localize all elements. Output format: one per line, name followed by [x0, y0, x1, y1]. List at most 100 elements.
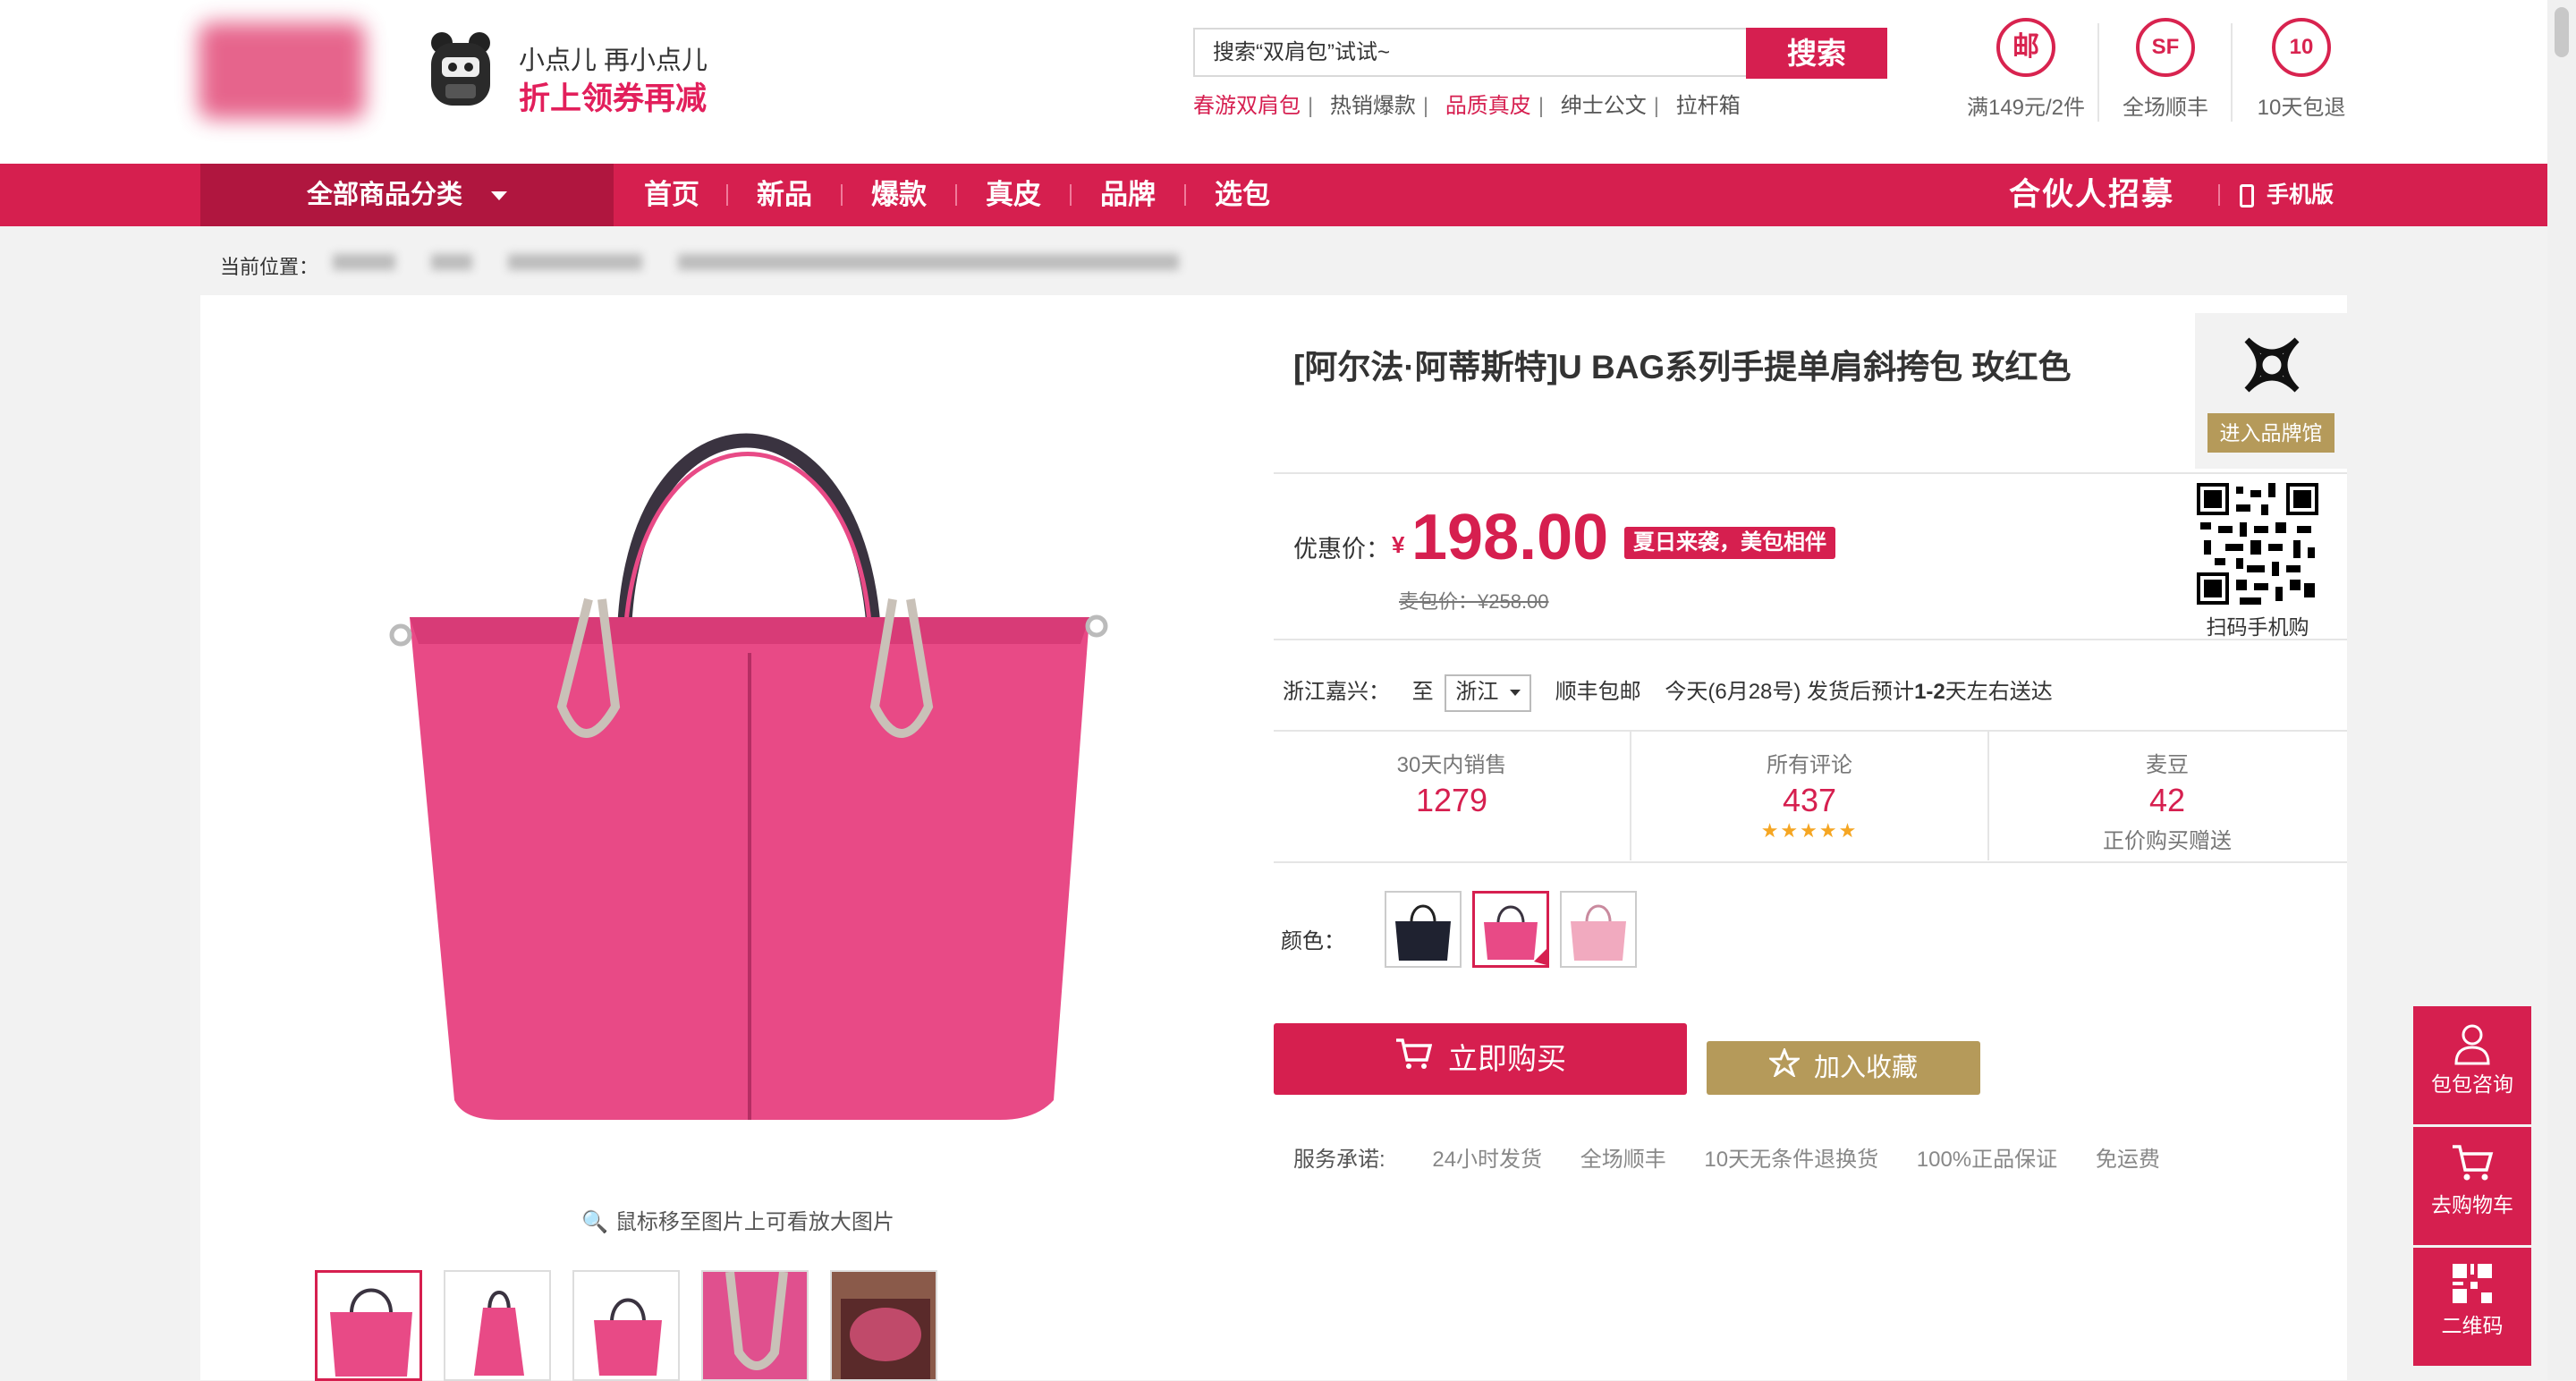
- promo-backpack-icon: [422, 30, 499, 113]
- service-label: 全场顺丰: [2123, 96, 2208, 120]
- stat-beans: 麦豆 42 正价购买赠送: [1989, 747, 2345, 854]
- all-categories-dropdown[interactable]: 全部商品分类: [200, 164, 614, 226]
- hotword-link[interactable]: 品质真皮: [1445, 94, 1531, 118]
- thumbnail-image[interactable]: [572, 1270, 680, 1381]
- side-cart-button[interactable]: 去购物车: [2413, 1127, 2531, 1245]
- side-label: 二维码: [2441, 1314, 2504, 1337]
- ship-eta: 今天(6月28号) 发货后预计: [1665, 680, 1915, 704]
- mobile-qr-code: [2197, 483, 2318, 605]
- promise-item: 免运费: [2095, 1148, 2160, 1172]
- destination-value: 浙江: [1455, 679, 1499, 704]
- side-qrcode-button[interactable]: 二维码: [2413, 1248, 2531, 1366]
- caret-down-icon: [491, 191, 508, 201]
- service-promises: 服务承诺: 24小时发货 全场顺丰 10天无条件退换货 100%正品保证 免运费: [1293, 1141, 2192, 1173]
- hot-search-words: 春游双肩包 | 热销爆款 | 品质真皮 | 绅士公文 | 拉杆箱: [1193, 94, 1741, 118]
- page-scrollbar[interactable]: [2547, 0, 2576, 1380]
- search-input[interactable]: 搜索“双肩包”试试~: [1193, 28, 1746, 77]
- price-value: 198.00: [1411, 502, 1609, 573]
- side-label: 去购物车: [2431, 1193, 2513, 1216]
- mobile-label: 手机版: [2267, 182, 2334, 208]
- nav-item-home[interactable]: 首页: [644, 164, 699, 226]
- add-favorite-button[interactable]: 加入收藏: [1707, 1041, 1980, 1095]
- side-label: 包包咨询: [2431, 1072, 2513, 1096]
- thumbnail-image[interactable]: [444, 1270, 551, 1381]
- all-categories-label: 全部商品分类: [306, 181, 462, 209]
- ship-eta-days: 1-2: [1914, 680, 1945, 704]
- site-logo[interactable]: [199, 22, 365, 119]
- buy-now-label: 立即购买: [1448, 1042, 1566, 1075]
- stat-value: 437: [1782, 782, 1837, 818]
- sf-express-icon: SF: [2136, 18, 2195, 77]
- search-button[interactable]: 搜索: [1746, 28, 1887, 79]
- buy-now-button[interactable]: 立即购买: [1274, 1023, 1687, 1095]
- phone-icon: [2240, 184, 2254, 208]
- scrollbar-thumb[interactable]: [2555, 7, 2569, 57]
- color-swatch-rose[interactable]: [1472, 891, 1549, 968]
- qr-label: 扫码手机购: [2206, 615, 2309, 639]
- shipping-info: 浙江嘉兴： 至 浙江 顺丰包邮 今天(6月28号) 发货后预计1-2天左右送达: [1283, 674, 2053, 712]
- promise-item: 100%正品保证: [1916, 1148, 2058, 1172]
- enter-brand-button[interactable]: 进入品牌馆: [2207, 413, 2334, 453]
- partner-recruit-link[interactable]: 合伙人招募: [2009, 164, 2174, 226]
- caret-down-icon: [1510, 689, 1521, 696]
- price-currency: ¥: [1392, 531, 1405, 558]
- hotword-link[interactable]: 春游双肩包: [1193, 94, 1301, 118]
- nav-item-choose[interactable]: 选包: [1215, 164, 1270, 226]
- product-title: [阿尔法·阿蒂斯特]U BAG系列手提单肩斜挎包 玫红色: [1293, 349, 2072, 385]
- breadcrumb[interactable]: [333, 252, 1227, 272]
- ship-from: 浙江嘉兴：: [1283, 680, 1390, 704]
- stat-value: 1279: [1415, 782, 1488, 818]
- promise-item: 24小时发货: [1432, 1148, 1543, 1172]
- mail-icon: 邮: [1996, 18, 2055, 77]
- nav-item-leather[interactable]: 真皮: [986, 164, 1041, 226]
- promise-label: 服务承诺:: [1293, 1148, 1385, 1172]
- stat-label: 所有评论: [1767, 753, 1852, 777]
- cart-icon: [1394, 1025, 1433, 1097]
- magnifier-icon: 🔍: [581, 1210, 608, 1234]
- service-sf-express: SF 全场顺丰: [2098, 18, 2233, 121]
- nav-item-brand[interactable]: 品牌: [1100, 164, 1156, 226]
- nav-item-hot[interactable]: 爆款: [871, 164, 927, 226]
- product-main-image[interactable]: [374, 367, 1125, 1136]
- color-swatch-black[interactable]: [1385, 891, 1462, 968]
- ship-eta-suffix: 天左右送达: [1945, 680, 2053, 704]
- ship-to-label: 至: [1411, 680, 1434, 704]
- star-outline-icon: [1767, 1042, 1802, 1096]
- cart-icon: [2413, 1127, 2531, 1188]
- add-favorite-label: 加入收藏: [1813, 1054, 1918, 1082]
- stat-label: 麦豆: [2146, 753, 2189, 777]
- hotword-link[interactable]: 绅士公文: [1561, 94, 1647, 118]
- zoom-hint-text: 鼠标移至图片上可看放大图片: [614, 1210, 894, 1234]
- hotword-link[interactable]: 拉杆箱: [1676, 94, 1741, 118]
- destination-select[interactable]: 浙江: [1445, 674, 1532, 712]
- service-free-shipping: 邮 满149元/2件: [1959, 18, 2093, 121]
- ship-method: 顺丰包邮: [1555, 680, 1641, 704]
- promise-item: 10天无条件退换货: [1704, 1148, 1879, 1172]
- brand-logo-icon: [2244, 337, 2300, 393]
- user-support-icon: [2413, 1006, 2531, 1067]
- thumbnail-image[interactable]: [315, 1270, 422, 1381]
- side-consult-button[interactable]: 包包咨询: [2413, 1006, 2531, 1124]
- nav-item-new[interactable]: 新品: [757, 164, 812, 226]
- promise-item: 全场顺丰: [1580, 1148, 1666, 1172]
- breadcrumb-label: 当前位置：: [220, 256, 319, 278]
- service-label: 满149元/2件: [1966, 96, 2086, 120]
- color-swatch-pink[interactable]: [1560, 891, 1637, 968]
- stat-label: 30天内销售: [1396, 753, 1507, 777]
- site-header: 小点儿 再小点儿 折上领券再减 搜索“双肩包”试试~ 搜索 春游双肩包 | 热销爆…: [0, 0, 2547, 164]
- stat-sub: 正价购买赠送: [2103, 829, 2232, 853]
- price-label: 优惠价：: [1293, 536, 1390, 563]
- original-price: 麦包价：¥258.00: [1399, 590, 1549, 613]
- thumbnail-image[interactable]: [830, 1270, 937, 1381]
- mobile-version-link[interactable]: 手机版: [2240, 164, 2334, 226]
- hotword-link[interactable]: 热销爆款: [1330, 94, 1416, 118]
- promo-badge: 夏日来袭，美包相伴: [1624, 527, 1835, 559]
- zoom-hint: 🔍 鼠标移至图片上可看放大图片: [581, 1204, 894, 1235]
- promo-line-1: 小点儿 再小点儿: [519, 47, 708, 75]
- thumbnail-image[interactable]: [701, 1270, 809, 1381]
- promo-line-2[interactable]: 折上领券再减: [519, 73, 707, 119]
- stat-reviews[interactable]: 所有评论 437 ★★★★★: [1631, 747, 1987, 843]
- stat-sales: 30天内销售 1279: [1274, 747, 1630, 819]
- return-icon: 10: [2272, 18, 2331, 77]
- rating-stars-icon: ★★★★★: [1760, 819, 1859, 842]
